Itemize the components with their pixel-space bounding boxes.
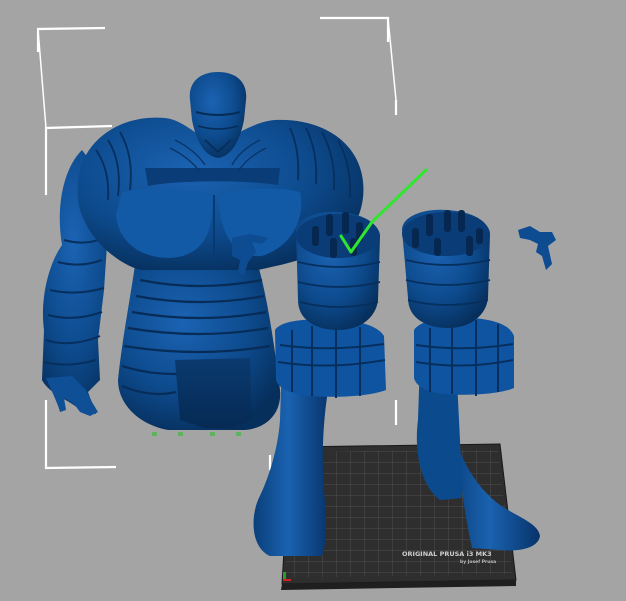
- 3d-viewport[interactable]: ORIGINAL PRUSA i3 MK3 by Josef Prusa: [0, 0, 626, 601]
- model-hand-right[interactable]: [518, 226, 556, 270]
- bed-axis-origin-x: [283, 579, 291, 581]
- bed-axis-origin: [283, 572, 286, 580]
- bed-sublabel: by Josef Prusa: [460, 559, 496, 565]
- bed-label: ORIGINAL PRUSA i3 MK3: [402, 550, 492, 558]
- leg-left-top: [296, 214, 380, 258]
- support-points: [152, 432, 241, 436]
- model-belt: [175, 358, 252, 428]
